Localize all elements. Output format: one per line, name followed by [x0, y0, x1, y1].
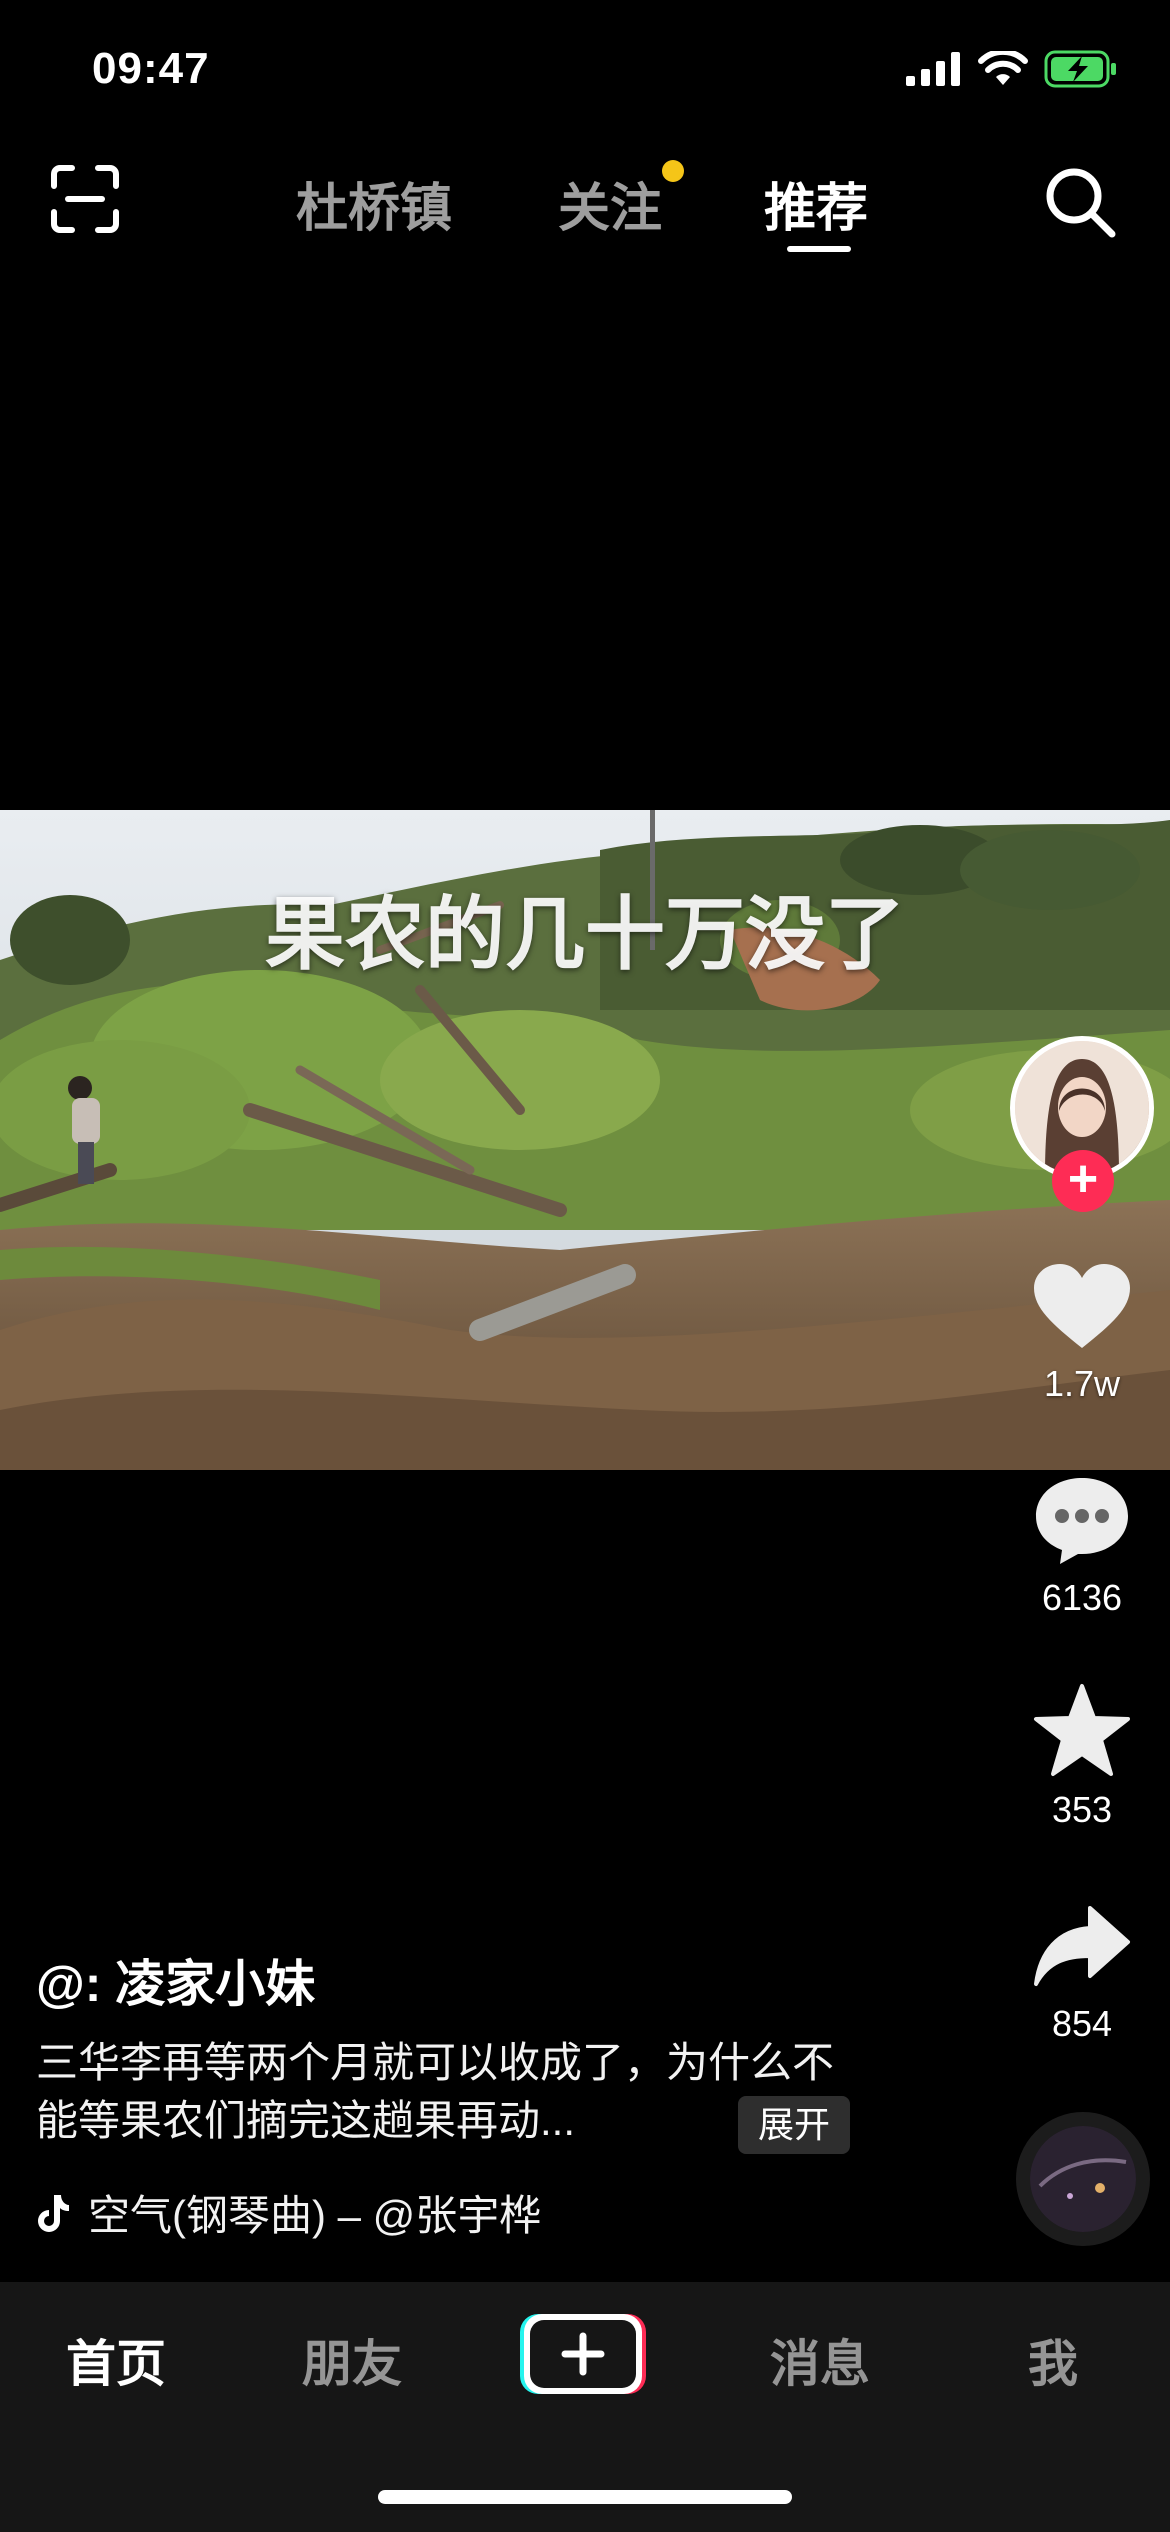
follow-plus-button[interactable]: + — [1052, 1150, 1114, 1212]
author-handle[interactable]: @: 凌家小妹 — [36, 1944, 315, 2016]
comment-button[interactable]: 6136 — [1010, 1474, 1154, 1619]
tab-friends[interactable]: 朋友 — [302, 2324, 402, 2396]
star-icon — [1034, 1684, 1130, 1776]
search-icon[interactable] — [1042, 164, 1118, 240]
favorite-button[interactable]: 353 — [1010, 1682, 1154, 1831]
favorite-count: 353 — [1051, 1789, 1113, 1830]
share-arrow-icon — [1034, 1906, 1130, 1986]
music-info[interactable]: 空气(钢琴曲) – @张宇桦 — [36, 2182, 541, 2243]
expand-button[interactable]: 展开 — [738, 2096, 851, 2154]
share-count: 854 — [1051, 2003, 1113, 2044]
like-button[interactable]: 1.7w — [1010, 1262, 1154, 1405]
tiktok-note-icon — [38, 2194, 69, 2232]
battery-charging-icon — [1044, 50, 1116, 88]
album-cover-image — [1030, 2126, 1136, 2232]
tab-recommended[interactable]: 推荐 — [764, 166, 868, 241]
tab-me[interactable]: 我 — [1028, 2324, 1078, 2396]
active-tab-indicator — [787, 246, 851, 252]
heart-icon — [1034, 1264, 1130, 1348]
tab-local[interactable]: 杜桥镇 — [296, 166, 452, 241]
create-post-button[interactable] — [518, 2310, 648, 2398]
status-time: 09:47 — [92, 44, 210, 93]
wifi-icon — [978, 51, 1028, 85]
comment-count: 6136 — [1041, 1577, 1123, 1618]
music-disc[interactable] — [1016, 2112, 1150, 2246]
top-nav: 杜桥镇 关注 推荐 — [0, 150, 1170, 270]
comment-icon — [1036, 1478, 1128, 1564]
video-caption: 果农的几十万没了 — [265, 890, 905, 979]
music-title: 空气(钢琴曲) – @张宇桦 — [88, 2192, 542, 2239]
tab-messages[interactable]: 消息 — [770, 2324, 870, 2396]
tab-following[interactable]: 关注 — [558, 166, 662, 241]
like-count: 1.7w — [1043, 1363, 1121, 1404]
cellular-signal-icon — [906, 52, 960, 86]
scan-icon[interactable] — [50, 164, 120, 234]
tab-home[interactable]: 首页 — [66, 2324, 166, 2396]
notification-dot — [662, 160, 684, 182]
author-avatar-group[interactable]: + — [1010, 1036, 1154, 1212]
home-indicator — [378, 2490, 792, 2504]
status-icons — [906, 50, 1118, 88]
app-screen: 09:47 杜桥镇 关注 推荐 果农的几十万没了 + 1.7w 6136 353… — [0, 0, 1170, 2532]
share-button[interactable]: 854 — [1010, 1902, 1154, 2045]
